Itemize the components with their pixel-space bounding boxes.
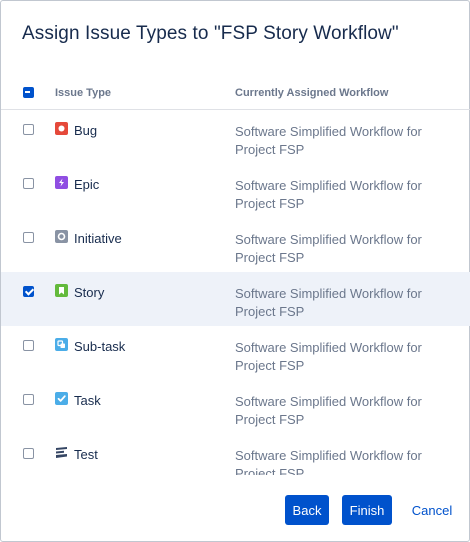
table-row[interactable]: Initiative Software Simplified Workflow … <box>1 218 470 272</box>
assigned-workflow: Software Simplified Workflow for Project… <box>235 286 422 319</box>
table-row[interactable]: Test Software Simplified Workflow for Pr… <box>1 434 470 475</box>
assigned-workflow: Software Simplified Workflow for Project… <box>235 394 422 427</box>
table-row[interactable]: Sub-task Software Simplified Workflow fo… <box>1 326 470 380</box>
subtask-icon <box>55 338 68 351</box>
table-row[interactable]: Bug Software Simplified Workflow for Pro… <box>1 110 470 164</box>
bug-icon <box>55 122 68 135</box>
back-button[interactable]: Back <box>285 495 329 525</box>
row-checkbox[interactable] <box>23 286 34 297</box>
table-row[interactable]: Epic Software Simplified Workflow for Pr… <box>1 164 470 218</box>
row-checkbox[interactable] <box>23 178 34 189</box>
finish-button[interactable]: Finish <box>342 495 392 525</box>
issue-type-name: Test <box>74 447 98 462</box>
initiative-icon <box>55 230 68 243</box>
task-icon <box>55 392 68 405</box>
issue-types-table[interactable]: Issue Type Currently Assigned Workflow B… <box>1 75 470 475</box>
row-checkbox[interactable] <box>23 448 34 459</box>
assigned-workflow: Software Simplified Workflow for Project… <box>235 340 422 373</box>
table-row[interactable]: Story Software Simplified Workflow for P… <box>1 272 470 326</box>
row-checkbox[interactable] <box>23 232 34 243</box>
assigned-workflow: Software Simplified Workflow for Project… <box>235 448 422 475</box>
issue-type-name: Bug <box>74 123 98 138</box>
story-icon <box>55 284 68 297</box>
column-header-issue-type: Issue Type <box>55 87 112 99</box>
epic-icon <box>55 176 68 189</box>
column-header-workflow: Currently Assigned Workflow <box>235 87 389 99</box>
table-row[interactable]: Task Software Simplified Workflow for Pr… <box>1 380 470 434</box>
issue-type-name: Initiative <box>74 231 122 246</box>
issue-type-name: Task <box>74 393 101 408</box>
issue-type-name: Story <box>74 285 105 300</box>
row-checkbox[interactable] <box>23 124 34 135</box>
assigned-workflow: Software Simplified Workflow for Project… <box>235 178 422 211</box>
assign-issue-types-dialog: Assign Issue Types to "FSP Story Workflo… <box>0 0 470 542</box>
test-icon <box>55 446 68 459</box>
row-checkbox[interactable] <box>23 394 34 405</box>
dialog-title: Assign Issue Types to "FSP Story Workflo… <box>22 23 399 44</box>
issue-type-name: Epic <box>74 177 100 192</box>
row-checkbox[interactable] <box>23 340 34 351</box>
issue-type-name: Sub-task <box>74 339 126 354</box>
cancel-button[interactable]: Cancel <box>405 495 459 525</box>
table-header: Issue Type Currently Assigned Workflow <box>1 75 470 110</box>
assigned-workflow: Software Simplified Workflow for Project… <box>235 232 422 265</box>
select-all-checkbox[interactable] <box>23 87 34 98</box>
assigned-workflow: Software Simplified Workflow for Project… <box>235 124 422 157</box>
